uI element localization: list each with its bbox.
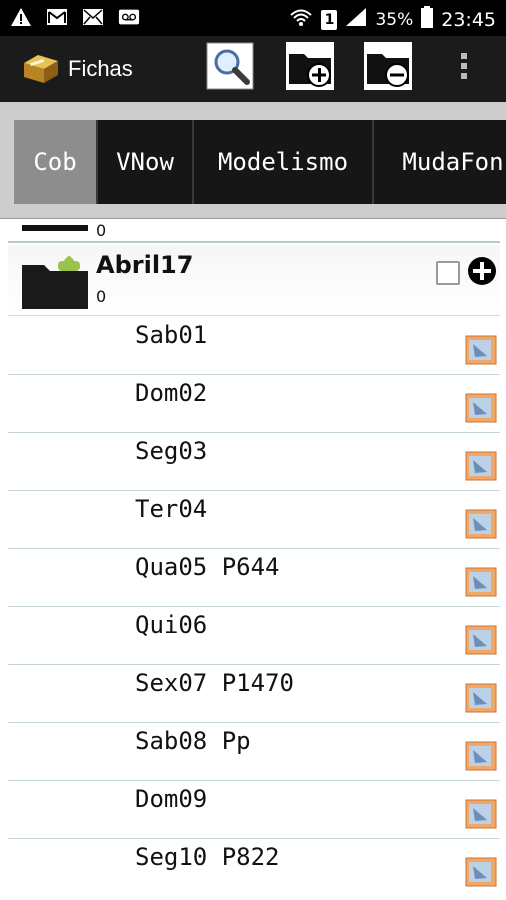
note-icon[interactable] <box>465 683 497 717</box>
app-icon <box>20 51 60 89</box>
add-item-button[interactable] <box>467 256 497 290</box>
previous-folder-row[interactable]: 0 <box>8 219 500 243</box>
tab-cob[interactable]: Cob <box>14 120 96 204</box>
folder-name: Abril17 <box>96 251 194 279</box>
previous-folder-count: 0 <box>96 221 107 240</box>
remove-folder-button[interactable] <box>364 42 412 94</box>
action-bar: Fichas <box>0 36 506 102</box>
tab-mudafon[interactable]: MudaFon <box>372 120 506 204</box>
note-icon[interactable] <box>465 799 497 833</box>
item-label: Dom02 <box>135 379 208 407</box>
mail-icon <box>82 7 104 27</box>
item-label: Sab01 <box>135 321 208 349</box>
item-label: Qua05 P644 <box>135 553 280 581</box>
plus-circle-icon <box>467 257 497 290</box>
warning-icon <box>10 7 32 27</box>
item-label: Ter04 <box>135 495 208 523</box>
signal-icon <box>345 7 367 32</box>
voicemail-icon <box>118 7 140 27</box>
list-item[interactable]: Ter04 <box>8 490 500 549</box>
overflow-menu-button[interactable] <box>444 44 484 92</box>
item-label: Sab08 Pp <box>135 727 251 755</box>
list-item[interactable]: Qui06 <box>8 606 500 665</box>
tabs-strip: Cob VNow Modelismo MudaFon <box>14 120 506 204</box>
app-title: Fichas <box>68 56 133 81</box>
note-icon[interactable] <box>465 509 497 543</box>
item-label: Seg10 P822 <box>135 843 280 871</box>
sim-badge: 1 <box>321 9 338 30</box>
overflow-menu-icon <box>460 52 468 84</box>
folder-remove-icon <box>364 42 412 94</box>
status-bar: 1 35% 23:45 <box>0 0 506 36</box>
note-icon[interactable] <box>465 451 497 485</box>
tab-vnow[interactable]: VNow <box>96 120 192 204</box>
note-icon[interactable] <box>465 567 497 601</box>
list-item[interactable]: Sab08 Pp <box>8 722 500 781</box>
list-item[interactable]: Seg03 <box>8 432 500 491</box>
clock: 23:45 <box>441 8 496 31</box>
folder-icon <box>22 253 88 313</box>
tab-bar: Cob VNow Modelismo MudaFon <box>0 102 506 219</box>
folder-list: 0 Abril17 0 Sab01 Dom02 Seg03 Ter04 Qua0… <box>0 219 506 900</box>
search-icon <box>206 42 254 94</box>
note-icon[interactable] <box>465 625 497 659</box>
battery-icon <box>421 6 434 33</box>
list-item[interactable]: Dom09 <box>8 780 500 839</box>
add-folder-button[interactable] <box>286 42 334 94</box>
gmail-icon <box>46 7 68 27</box>
note-icon[interactable] <box>465 393 497 427</box>
note-icon[interactable] <box>465 741 497 775</box>
list-item[interactable]: Sex07 P1470 <box>8 664 500 723</box>
item-label: Qui06 <box>135 611 208 639</box>
note-icon[interactable] <box>465 335 497 369</box>
search-button[interactable] <box>206 42 254 94</box>
item-label: Seg03 <box>135 437 208 465</box>
folder-row[interactable]: Abril17 0 <box>8 245 500 316</box>
list-item[interactable]: Sab01 <box>8 316 500 375</box>
list-item[interactable]: Dom02 <box>8 374 500 433</box>
item-label: Sex07 P1470 <box>135 669 294 697</box>
previous-folder-icon <box>22 225 88 231</box>
list-item[interactable]: Qua05 P644 <box>8 548 500 607</box>
note-icon[interactable] <box>465 857 497 891</box>
list-item[interactable]: Seg10 P822 <box>8 838 500 896</box>
item-label: Dom09 <box>135 785 208 813</box>
wifi-icon <box>289 7 313 32</box>
folder-count: 0 <box>96 287 107 306</box>
folder-add-icon <box>286 42 334 94</box>
tab-modelismo[interactable]: Modelismo <box>192 120 372 204</box>
battery-percent: 35% <box>375 9 414 30</box>
folder-checkbox[interactable] <box>436 261 460 285</box>
